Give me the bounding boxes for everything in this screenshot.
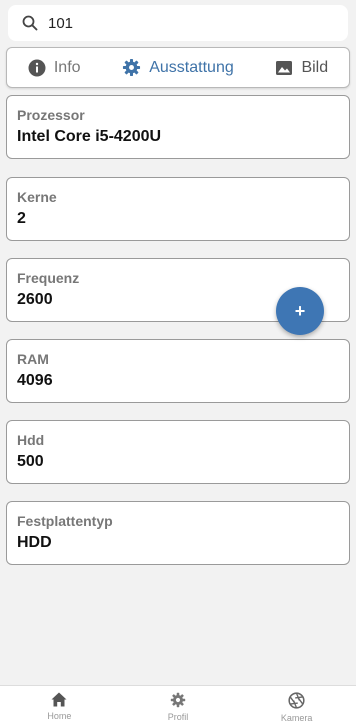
search-input[interactable]: 101 (48, 15, 73, 32)
field-label: RAM (17, 351, 49, 367)
field-label: Prozessor (17, 107, 85, 123)
bottom-nav: Home Profil Kamera (0, 685, 356, 728)
field-value: 500 (17, 453, 44, 470)
tab-ausstattung[interactable]: Ausstattung (122, 58, 234, 77)
field-card-festplattentyp: Festplattentyp HDD (6, 501, 350, 565)
field-label: Festplattentyp (17, 513, 113, 529)
tab-bild[interactable]: Bild (275, 59, 328, 77)
field-value: 2 (17, 210, 26, 227)
add-button[interactable]: + (276, 287, 324, 335)
nav-item-home[interactable]: Home (0, 686, 119, 728)
image-icon (275, 59, 301, 77)
field-label: Frequenz (17, 270, 80, 286)
gear-icon (170, 692, 186, 708)
field-card-prozessor: Prozessor Intel Core i5-4200U (6, 95, 350, 159)
field-value: Intel Core i5-4200U (17, 128, 162, 145)
field-label: Hdd (17, 432, 45, 448)
nav-item-kamera[interactable]: Kamera (237, 686, 356, 728)
tab-ausstattung-label: Ausstattung (149, 58, 234, 76)
search-icon (22, 15, 38, 31)
field-value: 4096 (17, 372, 53, 389)
nav-item-profil[interactable]: Profil (119, 686, 238, 728)
field-label: Kerne (17, 189, 57, 205)
home-icon (51, 692, 67, 707)
info-icon (28, 59, 54, 77)
aperture-icon (288, 692, 305, 709)
nav-label-kamera: Kamera (280, 713, 313, 723)
search-bar[interactable]: 101 (8, 5, 348, 41)
nav-label-home: Home (47, 711, 72, 721)
tab-info[interactable]: Info (28, 59, 81, 77)
field-value: HDD (17, 534, 52, 551)
tab-bild-label: Bild (301, 58, 329, 76)
field-card-kerne: Kerne 2 (6, 177, 350, 241)
field-card-hdd: Hdd 500 (6, 420, 350, 484)
tab-bar: Info Ausstattung Bild (6, 47, 350, 88)
gear-icon (122, 58, 149, 77)
nav-label-profil: Profil (167, 712, 189, 722)
field-card-ram: RAM 4096 (6, 339, 350, 403)
tab-info-label: Info (53, 58, 81, 76)
